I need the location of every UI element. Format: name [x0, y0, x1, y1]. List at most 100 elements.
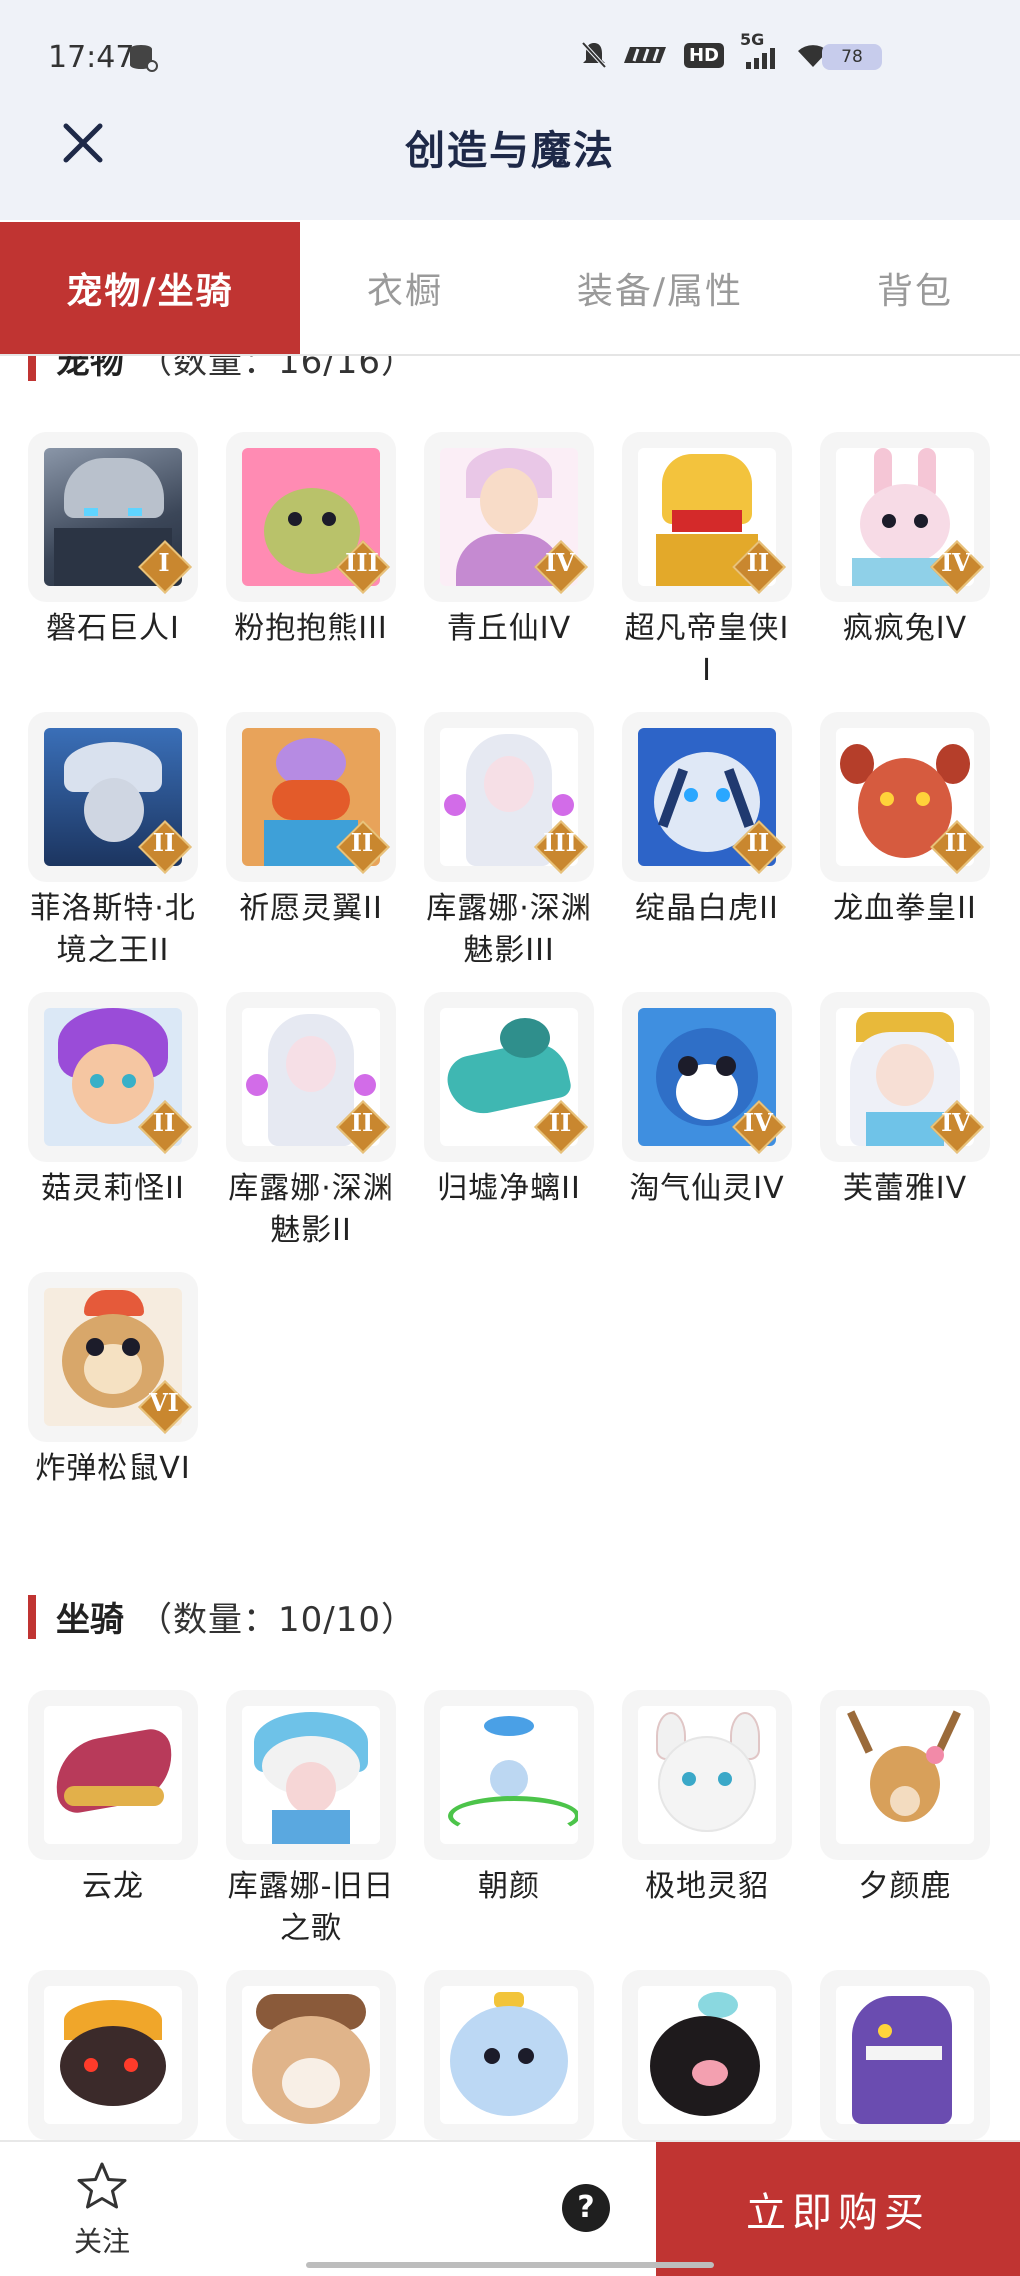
mount-name: 朝颜: [478, 1869, 540, 1904]
mount-card[interactable]: [28, 1690, 198, 1860]
star-outline-icon: [74, 2162, 130, 2218]
tier-badge: IV: [534, 540, 588, 594]
mount-name: 极地灵貂: [645, 1869, 769, 1904]
mount-item[interactable]: 库露娜-旧日之歌: [226, 1690, 396, 1970]
mount-image: [836, 1986, 974, 2124]
mount-image: [242, 1986, 380, 2124]
pet-card[interactable]: IV: [820, 432, 990, 602]
pet-item[interactable]: II 超凡帝皇侠II: [622, 432, 792, 712]
pet-item[interactable]: I 磐石巨人Ⅰ: [28, 432, 198, 712]
pet-item[interactable]: II 菇灵莉怪II: [28, 992, 198, 1272]
pet-name: 祈愿灵翼II: [239, 891, 383, 926]
tab-equipment[interactable]: 装备/属性: [510, 222, 810, 354]
pet-name: 超凡帝皇侠II: [624, 611, 790, 688]
pet-item[interactable]: II 绽晶白虎II: [622, 712, 792, 992]
carrier-icon: [623, 43, 668, 67]
pet-name: 库露娜·深渊魅影III: [426, 891, 592, 968]
mounts-count: （数量：10/10）: [138, 1600, 416, 1640]
mount-item[interactable]: [28, 1970, 198, 2140]
mount-image: [440, 1986, 578, 2124]
tier-badge: IV: [732, 1100, 786, 1154]
mount-card[interactable]: [28, 1970, 198, 2140]
mount-item[interactable]: 极地灵貂: [622, 1690, 792, 1970]
tier-badge: II: [138, 820, 192, 874]
pet-card[interactable]: IV: [622, 992, 792, 1162]
pet-item[interactable]: VI 炸弹松鼠VI: [28, 1272, 198, 1552]
page-title: 创造与魔法: [405, 128, 615, 174]
pet-item[interactable]: II 祈愿灵翼II: [226, 712, 396, 992]
pet-name: 菇灵莉怪II: [41, 1171, 185, 1206]
mount-image: [836, 1706, 974, 1844]
top-area: 17:47 HD 5G 78 创造与魔法: [0, 0, 1020, 220]
mount-name: 夕颜鹿: [858, 1869, 952, 1904]
tier-badge: II: [930, 820, 984, 874]
pet-card[interactable]: III: [226, 432, 396, 602]
pet-card[interactable]: II: [28, 992, 198, 1162]
home-indicator[interactable]: [306, 2262, 714, 2268]
follow-button[interactable]: 关注: [62, 2160, 142, 2260]
tier-badge: VI: [138, 1380, 192, 1434]
pet-item[interactable]: II 库露娜·深渊魅影II: [226, 992, 396, 1272]
mount-card[interactable]: [820, 1970, 990, 2140]
database-icon: [128, 42, 158, 72]
pet-card[interactable]: II: [28, 712, 198, 882]
pet-name: 绽晶白虎II: [635, 891, 779, 926]
pet-card[interactable]: II: [622, 432, 792, 602]
pet-item[interactable]: II 龙血拳皇II: [820, 712, 990, 992]
mount-card[interactable]: [226, 1970, 396, 2140]
mount-item[interactable]: [622, 1970, 792, 2140]
tier-badge: III: [534, 820, 588, 874]
tab-bag[interactable]: 背包: [810, 222, 1020, 354]
pet-name: 库露娜·深渊魅影II: [228, 1171, 394, 1248]
pet-item[interactable]: III 库露娜·深渊魅影III: [424, 712, 594, 992]
mount-item[interactable]: [226, 1970, 396, 2140]
pet-item[interactable]: II 菲洛斯特·北境之王II: [28, 712, 198, 992]
pet-card[interactable]: IV: [424, 432, 594, 602]
pets-grid: I 磐石巨人Ⅰ III 粉抱抱熊III IV 青丘仙IV II 超凡帝皇侠II …: [28, 432, 1008, 1552]
tier-badge: II: [534, 1100, 588, 1154]
pet-item[interactable]: II 归墟净螭II: [424, 992, 594, 1272]
tab-wardrobe[interactable]: 衣橱: [300, 222, 510, 354]
help-icon[interactable]: ?: [562, 2184, 610, 2232]
mount-card[interactable]: [622, 1970, 792, 2140]
pet-card[interactable]: VI: [28, 1272, 198, 1442]
pet-card[interactable]: III: [424, 712, 594, 882]
pet-card[interactable]: I: [28, 432, 198, 602]
mount-card[interactable]: [424, 1690, 594, 1860]
pet-card[interactable]: IV: [820, 992, 990, 1162]
pet-name: 归墟净螭II: [437, 1171, 581, 1206]
mount-name: 云龙: [82, 1869, 144, 1904]
buy-now-button[interactable]: 立即购买: [656, 2142, 1020, 2276]
pet-item[interactable]: IV 疯疯兔IV: [820, 432, 990, 712]
status-bar: 17:47 HD 5G 78: [0, 30, 1020, 90]
hd-badge: HD: [683, 42, 724, 68]
mount-card[interactable]: [226, 1690, 396, 1860]
pet-item[interactable]: III 粉抱抱熊III: [226, 432, 396, 712]
tab-bar: 宠物/坐骑 衣橱 装备/属性 背包: [0, 222, 1020, 356]
pet-item[interactable]: IV 淘气仙灵IV: [622, 992, 792, 1272]
mount-card[interactable]: [820, 1690, 990, 1860]
pet-card[interactable]: II: [424, 992, 594, 1162]
content-scroll[interactable]: 宠物 （数量：16/16） I 磐石巨人Ⅰ III 粉抱抱熊III IV 青丘仙…: [0, 356, 1020, 2140]
pet-card[interactable]: II: [226, 992, 396, 1162]
pet-card[interactable]: II: [820, 712, 990, 882]
tab-pets-mounts[interactable]: 宠物/坐骑: [0, 222, 300, 354]
status-time: 17:47: [48, 40, 135, 75]
mount-item[interactable]: 云龙: [28, 1690, 198, 1970]
tier-badge: IV: [930, 540, 984, 594]
mount-item[interactable]: [820, 1970, 990, 2140]
mount-card[interactable]: [424, 1970, 594, 2140]
pet-card[interactable]: II: [226, 712, 396, 882]
mount-image: [44, 1986, 182, 2124]
pet-name: 淘气仙灵IV: [629, 1171, 785, 1206]
pet-item[interactable]: IV 芙蕾雅IV: [820, 992, 990, 1272]
mount-item[interactable]: 夕颜鹿: [820, 1690, 990, 1970]
tier-badge: II: [732, 820, 786, 874]
mount-card[interactable]: [622, 1690, 792, 1860]
mount-item[interactable]: 朝颜: [424, 1690, 594, 1970]
pet-item[interactable]: IV 青丘仙IV: [424, 432, 594, 712]
mounts-section-title: 坐骑 （数量：10/10）: [28, 1592, 416, 1641]
mount-item[interactable]: [424, 1970, 594, 2140]
pet-card[interactable]: II: [622, 712, 792, 882]
battery-indicator: 78: [822, 44, 882, 70]
